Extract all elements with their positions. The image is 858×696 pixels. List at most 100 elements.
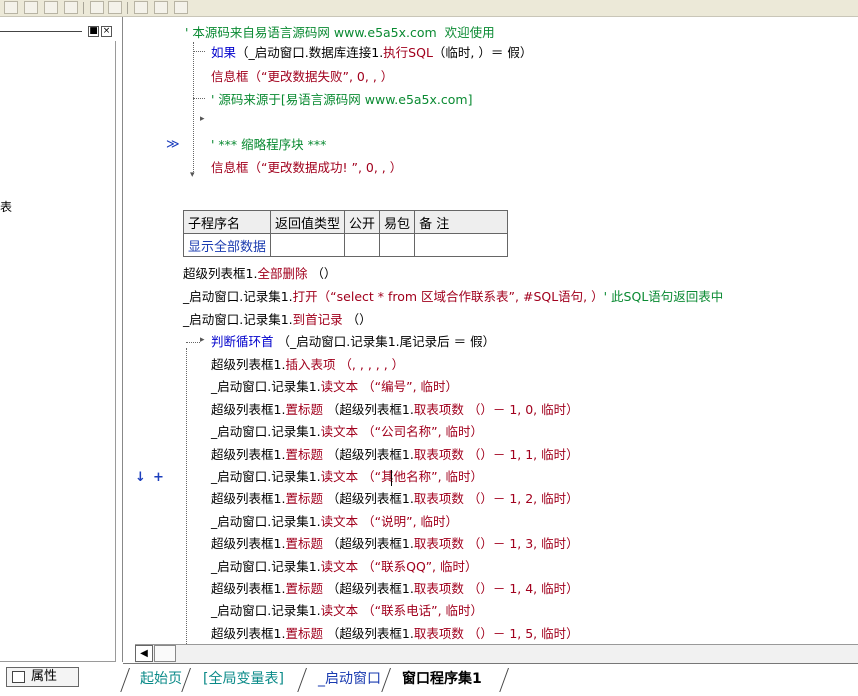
code-line-loop: 判断循环首 （_启动窗口.记录集1.尾记录后 ＝ 假） <box>211 333 495 351</box>
scroll-thumb[interactable] <box>154 645 176 662</box>
method: 取表项数 <box>413 626 464 641</box>
if-object: （_启动窗口.数据库连接1. <box>236 45 384 60</box>
method: 读文本 <box>320 603 359 618</box>
loop-keyword: 判断循环首 <box>211 334 274 349</box>
msgbox-args: （“更改数据失败”, 0, , ） <box>248 69 394 84</box>
method: 插入表项 <box>285 357 336 372</box>
block-guide <box>193 42 194 174</box>
args: （“说明”, 临时） <box>358 514 459 529</box>
remark-cell[interactable] <box>414 233 509 257</box>
code-line-if: 如果（_启动窗口.数据库连接1.执行SQL（临时, ）＝ 假） <box>211 44 532 62</box>
object: 超级列表框1. <box>211 581 286 596</box>
col-remark: 备 注 <box>414 210 509 234</box>
method: 全部删除 <box>257 266 308 281</box>
args: （）－ 1, 1, 临时） <box>463 447 579 462</box>
loop-guide <box>186 348 187 644</box>
method: 读文本 <box>320 469 359 484</box>
object: _启动窗口.记录集1. <box>211 514 321 529</box>
code-line-first: _启动窗口.记录集1.到首记录 （） <box>183 311 372 329</box>
object: _启动窗口.记录集1. <box>211 603 321 618</box>
method: 读文本 <box>320 424 359 439</box>
method: 置标题 <box>285 581 323 596</box>
code-line-collapsed-block: ' *** 缩略程序块 *** <box>211 137 327 152</box>
args: （“联系QQ”, 临时） <box>358 559 478 574</box>
tab-start-window[interactable]: _启动窗口 <box>318 668 381 690</box>
args: （, , , , , ） <box>335 357 405 372</box>
args: （“联系电话”, 临时） <box>358 603 484 618</box>
property-tab[interactable]: 属性 <box>6 667 79 687</box>
code-line-loop-body: 超级列表框1.置标题 （超级列表框1.取表项数 （）－ 1, 3, 临时） <box>211 535 579 553</box>
code-line-loop-body: _启动窗口.记录集1.读文本 （“其他名称”, 临时） <box>211 468 483 486</box>
method: 打开 <box>292 289 318 304</box>
loop-arrow-icon: ▸ <box>200 335 205 345</box>
method: 置标题 <box>285 447 323 462</box>
msgbox-fn: 信息框 <box>211 69 249 84</box>
horizontal-scrollbar[interactable]: ◀ <box>135 644 858 663</box>
loop-guide <box>186 342 200 343</box>
method: 读文本 <box>320 514 359 529</box>
args: （）－ 1, 2, 临时） <box>463 491 579 506</box>
col-package: 易包 <box>379 210 416 234</box>
tab-global-vars[interactable]: [全局变量表] <box>203 668 284 690</box>
block-end-down-icon: ▾ <box>190 170 195 180</box>
args: （）－ 1, 4, 临时） <box>463 581 579 596</box>
method: 到首记录 <box>292 312 343 327</box>
method: 取表项数 <box>413 536 464 551</box>
args: （超级列表框1. <box>322 402 414 417</box>
sub-name-cell[interactable]: 显示全部数据 <box>182 233 272 257</box>
args: （超级列表框1. <box>322 581 414 596</box>
scroll-left-icon[interactable]: ◀ <box>135 645 153 662</box>
editor-tabs: 起始页 [全局变量表] _启动窗口 窗口程序集1 <box>123 663 858 696</box>
return-type-cell[interactable] <box>270 233 346 257</box>
args: （“select * from 区域合作联系表”, #SQL语句, ） <box>317 289 604 304</box>
obj: _启动窗口.记录集1. <box>183 289 293 304</box>
args: （） <box>342 312 372 327</box>
args: （超级列表框1. <box>322 447 414 462</box>
args: （超级列表框1. <box>322 536 414 551</box>
inline-comment: ' 此SQL语句返回表中 <box>603 289 724 304</box>
args: （）－ 1, 5, 临时） <box>463 626 579 641</box>
loop-condition: （_启动窗口.记录集1.尾记录后 ＝ 假） <box>273 334 496 349</box>
args: （“编号”, 临时） <box>358 379 459 394</box>
method: 取表项数 <box>413 447 464 462</box>
method: 置标题 <box>285 626 323 641</box>
tab-window-assembly[interactable]: 窗口程序集1 <box>402 668 482 690</box>
object: 超级列表框1. <box>211 536 286 551</box>
code-line-loop-body: 超级列表框1.置标题 （超级列表框1.取表项数 （）－ 1, 2, 临时） <box>211 490 579 508</box>
tab-separator <box>190 668 200 692</box>
tab-start-page[interactable]: 起始页 <box>140 668 182 690</box>
code-line-loop-body: _启动窗口.记录集1.读文本 （“联系QQ”, 临时） <box>211 558 478 576</box>
obj: _启动窗口.记录集1. <box>183 312 293 327</box>
code-line-open: _启动窗口.记录集1.打开（“select * from 区域合作联系表”, #… <box>183 288 723 306</box>
code-line-clear: 超级列表框1.全部删除 （） <box>183 265 336 283</box>
block-end-arrow-icon: ▸ <box>200 114 205 124</box>
property-tab-label: 属性 <box>31 669 58 684</box>
method: 读文本 <box>320 559 359 574</box>
object: 超级列表框1. <box>211 357 286 372</box>
msgbox-args: （“更改数据成功! ”, 0, , ） <box>248 160 403 175</box>
code-line-loop-body: 超级列表框1.置标题 （超级列表框1.取表项数 （）－ 1, 4, 临时） <box>211 580 579 598</box>
public-cell[interactable] <box>344 233 381 257</box>
subroutine-table: 子程序名 返回值类型 公开 易包 备 注 显示全部数据 <box>182 210 509 257</box>
code-line-loop-body: _启动窗口.记录集1.读文本 （“公司名称”, 临时） <box>211 423 483 441</box>
msgbox-fn: 信息框 <box>211 160 249 175</box>
if-condition: （临时, ）＝ 假） <box>432 45 533 60</box>
code-line-comment: ' 本源码来自易语言源码网 www.e5a5x.com 欢迎使用 <box>185 25 495 40</box>
text-caret <box>391 470 392 486</box>
object: 超级列表框1. <box>211 626 286 641</box>
tab-separator <box>306 668 316 692</box>
method: 读文本 <box>320 379 359 394</box>
code-editor[interactable]: ▸ ▾ ▸ ' 本源码来自易语言源码网 www.e5a5x.com 欢迎使用 如… <box>0 0 858 662</box>
args: （超级列表框1. <box>322 626 414 641</box>
col-return-type: 返回值类型 <box>270 210 346 234</box>
object: 超级列表框1. <box>211 447 286 462</box>
code-line-source-comment: ' 源码来源于[易语言源码网 www.e5a5x.com] <box>211 92 473 107</box>
args: （）－ 1, 3, 临时） <box>463 536 579 551</box>
code-line-loop-body: 超级列表框1.置标题 （超级列表框1.取表项数 （）－ 1, 5, 临时） <box>211 625 579 643</box>
block-guide <box>193 51 205 52</box>
block-guide <box>193 98 205 99</box>
args: （“其他名称”, 临时） <box>358 469 484 484</box>
package-cell[interactable] <box>379 233 416 257</box>
tab-separator <box>508 668 518 692</box>
code-line-loop-body: _启动窗口.记录集1.读文本 （“联系电话”, 临时） <box>211 602 483 620</box>
